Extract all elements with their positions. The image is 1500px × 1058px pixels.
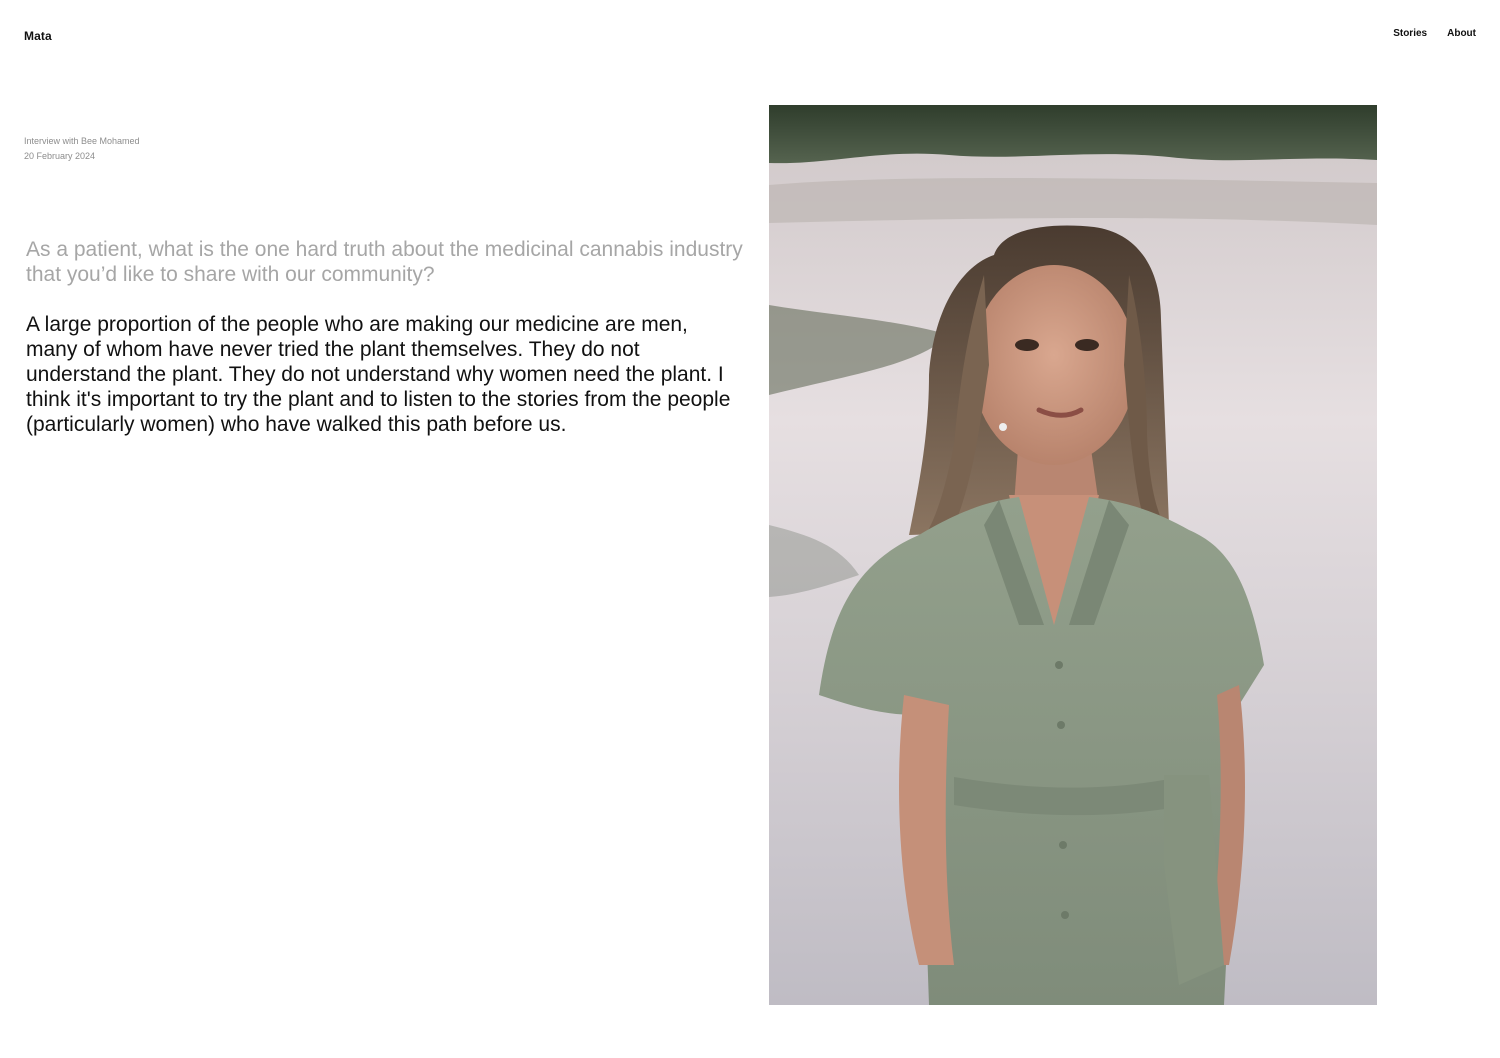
interview-title: Interview with Bee Mohamed bbox=[24, 136, 140, 146]
portrait-photo bbox=[769, 105, 1377, 1005]
publish-date: 20 February 2024 bbox=[24, 151, 96, 161]
brand-logo-link[interactable]: Mata bbox=[24, 29, 52, 43]
article-meta: Interview with Bee Mohamed 20 February 2… bbox=[24, 134, 140, 164]
main-nav: Stories About bbox=[1393, 28, 1476, 39]
nav-link-about[interactable]: About bbox=[1447, 28, 1476, 39]
interview-question: As a patient, what is the one hard truth… bbox=[26, 238, 743, 286]
nav-link-stories[interactable]: Stories bbox=[1393, 28, 1427, 39]
interview-answer: A large proportion of the people who are… bbox=[26, 313, 731, 436]
site-header: Mata Stories About bbox=[0, 0, 1500, 70]
